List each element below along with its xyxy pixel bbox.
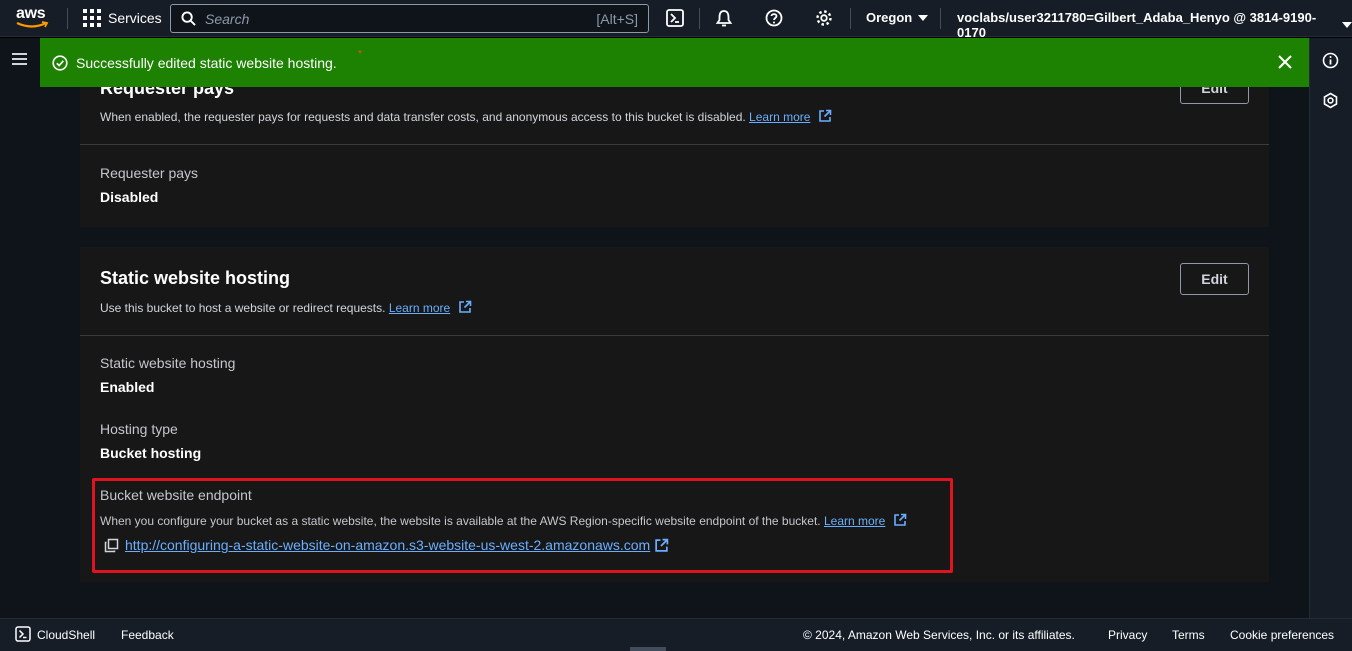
search-icon [181,11,196,26]
bucket-endpoint-description: When you configure your bucket as a stat… [100,513,907,528]
scroll-indicator[interactable] [630,647,666,651]
info-icon[interactable] [1322,52,1339,69]
hexagon-icon[interactable] [1322,92,1339,109]
divider [80,335,1269,336]
copyright-text: © 2024, Amazon Web Services, Inc. or its… [803,628,1075,642]
external-link-icon[interactable] [458,300,472,314]
search-placeholder: Search [205,10,250,27]
requester-pays-description-text: When enabled, the requester pays for req… [100,110,746,124]
requester-pays-learn-more-link[interactable]: Learn more [749,110,810,124]
gear-icon[interactable] [815,9,833,27]
aws-smile-icon [16,21,49,28]
hosting-type-label: Hosting type [100,421,178,437]
success-message: Successfully edited static website hosti… [76,54,337,71]
static-website-hosting-panel: Static website hosting Edit Use this buc… [80,247,1269,582]
search-input[interactable]: Search [Alt+S] [170,4,649,33]
region-label: Oregon [866,10,913,25]
menu-icon[interactable] [12,53,27,68]
static-hosting-status-label: Static website hosting [100,355,236,371]
bucket-endpoint-label: Bucket website endpoint [100,487,252,503]
bucket-endpoint-url-row: http://configuring-a-static-website-on-a… [104,537,669,553]
flash-marker: * [358,49,362,60]
help-icon[interactable] [765,9,783,27]
left-navigation-rail [0,38,40,618]
region-selector[interactable]: Oregon [866,10,929,25]
external-link-icon[interactable] [654,538,669,553]
static-hosting-learn-more-link[interactable]: Learn more [389,301,450,315]
terms-link[interactable]: Terms [1172,628,1205,642]
cloudshell-icon[interactable] [666,9,684,27]
account-menu[interactable]: voclabs/user3211780=Gilbert_Adaba_Henyo … [957,10,1352,40]
static-hosting-edit-button[interactable]: Edit [1180,263,1249,295]
grid-icon [83,9,101,27]
main-content: Requester pays Edit When enabled, the re… [40,38,1309,618]
static-hosting-title: Static website hosting [100,268,291,288]
success-check-icon [52,54,68,71]
footer-bar: CloudShell Feedback © 2024, Amazon Web S… [0,618,1352,651]
requester-pays-description: When enabled, the requester pays for req… [100,109,832,124]
close-icon[interactable] [1277,54,1293,70]
requester-pays-field-label: Requester pays [100,165,199,181]
cookie-preferences-link[interactable]: Cookie preferences [1230,628,1334,642]
account-label: voclabs/user3211780=Gilbert_Adaba_Henyo … [957,10,1317,40]
cloudshell-icon[interactable] [15,626,31,642]
nav-separator [699,8,700,29]
nav-separator [940,8,941,29]
static-hosting-description-text: Use this bucket to host a website or red… [100,301,386,315]
requester-pays-field-value: Disabled [100,189,159,205]
external-link-icon[interactable] [818,109,832,123]
hosting-type-value: Bucket hosting [100,445,202,461]
top-navigation-bar: aws Services Search [Alt+S] Oregon vocla… [0,0,1352,40]
bucket-endpoint-learn-more-link[interactable]: Learn more [824,514,885,528]
aws-logo-text: aws [16,5,46,22]
success-flash-banner: Successfully edited static website hosti… [40,38,1309,87]
caret-down-icon [918,14,929,21]
nav-separator [67,8,68,29]
static-hosting-description: Use this bucket to host a website or red… [100,300,472,315]
services-label: Services [108,10,162,26]
feedback-link[interactable]: Feedback [121,628,174,642]
aws-logo[interactable]: aws [16,6,52,32]
divider [80,144,1269,145]
cloudshell-link[interactable]: CloudShell [37,628,95,642]
privacy-link[interactable]: Privacy [1108,628,1147,642]
bucket-endpoint-description-text: When you configure your bucket as a stat… [100,514,821,528]
right-tools-rail [1309,38,1352,618]
services-menu-button[interactable]: Services [83,9,162,27]
copy-icon[interactable] [104,538,119,553]
static-hosting-status-value: Enabled [100,379,155,395]
nav-separator [850,8,851,29]
search-shortcut: [Alt+S] [596,11,638,27]
bell-icon[interactable] [715,9,733,27]
bucket-endpoint-url-link[interactable]: http://configuring-a-static-website-on-a… [125,537,650,553]
caret-down-icon [1342,22,1352,28]
external-link-icon[interactable] [893,513,907,527]
